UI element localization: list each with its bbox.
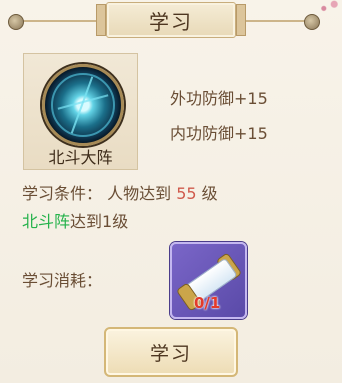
skill-name: 北斗大阵 bbox=[48, 148, 113, 167]
requirement-level: 55 bbox=[176, 184, 197, 203]
header-cap-left bbox=[96, 4, 106, 36]
requirement-extra-text: 达到1级 bbox=[70, 212, 129, 231]
requirement-skill-link: 北斗阵 bbox=[22, 212, 71, 231]
item-count: 0/1 bbox=[194, 294, 221, 312]
requirement-line: 学习条件： 人物达到 55 级 bbox=[22, 180, 218, 204]
header-knob-right bbox=[304, 14, 320, 30]
panel-title: 学习 bbox=[149, 9, 193, 34]
learn-button[interactable]: 学习 bbox=[104, 327, 238, 377]
learn-button-label: 学习 bbox=[149, 342, 192, 365]
requirement-text: 人物达到 bbox=[107, 184, 172, 203]
skill-orb-icon bbox=[42, 64, 124, 146]
flower-decoration bbox=[316, 0, 342, 14]
stat-external-defense: 外功防御+15 bbox=[170, 89, 268, 108]
header-tab: 学习 bbox=[106, 2, 236, 38]
stat-internal-defense: 内功防御+15 bbox=[170, 124, 268, 143]
learn-panel: 学习 北斗大阵 外功防御+15 内功防御+15 学习条件： 人物达到 55 级 … bbox=[0, 0, 342, 383]
skill-card[interactable]: 北斗大阵 bbox=[23, 53, 138, 170]
header-cap-right bbox=[236, 4, 246, 36]
cost-item-slot[interactable]: 0/1 bbox=[170, 242, 247, 319]
requirement-suffix: 级 bbox=[201, 184, 218, 203]
requirement-extra: 北斗阵达到1级 bbox=[22, 208, 128, 232]
cost-label: 学习消耗： bbox=[22, 271, 103, 290]
requirement-label: 学习条件： bbox=[22, 184, 103, 203]
header-knob-left bbox=[8, 14, 24, 30]
